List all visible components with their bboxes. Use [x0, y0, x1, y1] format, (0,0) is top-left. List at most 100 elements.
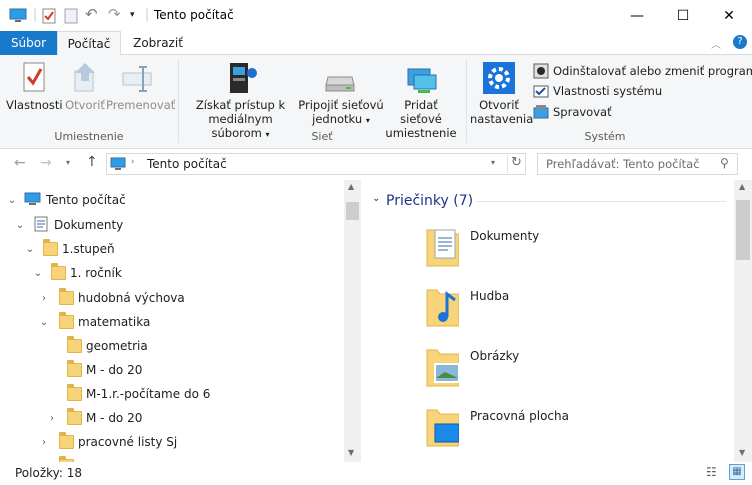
folder-item-label: Hudba	[470, 289, 510, 303]
tree-item-folder[interactable]: ⌄ matematika	[0, 310, 344, 334]
forward-arrow-icon[interactable]: →	[40, 155, 52, 171]
expanded-chevron-icon[interactable]: ⌄	[38, 317, 50, 328]
group-collapse-chevron-icon[interactable]: ⌄	[372, 193, 380, 204]
details-view-icon[interactable]: ☷	[706, 465, 717, 479]
folder-icon	[67, 360, 82, 377]
folder-item-desktop[interactable]: Pracovná plocha	[421, 400, 661, 454]
tree-item-folder[interactable]: ⌄ 1.stupeň	[0, 237, 344, 261]
ribbon-tabs: Súbor Počítač Zobraziť ︿ ?	[0, 31, 752, 56]
manage-button[interactable]: Spravovať	[533, 103, 612, 121]
redo-icon[interactable]: ↷	[108, 5, 121, 23]
qat-separator: |	[33, 7, 38, 21]
large-icons-view-icon[interactable]: ▦	[729, 464, 745, 480]
tab-file[interactable]: Súbor	[0, 31, 57, 55]
rename-label: Premenovať	[106, 98, 176, 112]
tree-item-folder[interactable]: ⌄ 1. ročník	[0, 261, 344, 285]
system-properties-icon	[533, 85, 549, 98]
uninstall-program-button[interactable]: Odinštalovať alebo zmeniť program	[533, 62, 752, 80]
tree-item-label: Tento počítač	[46, 193, 126, 207]
address-bar[interactable]: › Tento počítač ▾ ↻	[106, 153, 526, 175]
tree-item-folder[interactable]: geometria	[0, 334, 344, 358]
music-folder-icon	[426, 289, 459, 327]
content-scrollbar[interactable]: ▲ ▼	[734, 180, 752, 462]
customize-qat-icon[interactable]: ▾	[130, 10, 135, 20]
up-arrow-icon[interactable]: ↑	[86, 154, 98, 170]
properties-label: Vlastnosti	[6, 98, 63, 112]
group-label-location: Umiestnenie	[54, 130, 124, 143]
close-icon: ✕	[723, 7, 735, 24]
system-properties-label: Vlastnosti systému	[553, 84, 663, 98]
tree-item-this-pc[interactable]: ⌄ Tento počítač	[0, 188, 344, 212]
tree-item-zip-folder[interactable]: › M - do 20	[0, 406, 344, 430]
window-title: Tento počítač	[154, 8, 234, 22]
properties-button[interactable]: Vlastnosti	[6, 61, 63, 112]
open-label: Otvoriť	[65, 98, 105, 112]
collapse-ribbon-icon[interactable]: ︿	[711, 36, 721, 51]
uninstall-icon	[533, 63, 549, 79]
media-access-label-1: Získať prístup k	[195, 98, 286, 112]
tree-item-label: 1. ročník	[70, 266, 122, 280]
manage-icon	[533, 105, 549, 119]
open-settings-label-2: nastavenia	[470, 112, 534, 126]
open-settings-button[interactable]: Otvoriť nastavenia	[470, 61, 534, 126]
recent-locations-icon[interactable]: ▾	[66, 158, 70, 167]
tab-view[interactable]: Zobraziť	[121, 31, 195, 55]
help-icon[interactable]: ?	[733, 35, 747, 49]
collapsed-chevron-icon[interactable]: ›	[46, 413, 58, 424]
folder-item-pictures[interactable]: Obrázky	[421, 340, 661, 394]
search-placeholder: Prehľadávať: Tento počítač	[546, 157, 700, 171]
tree-item-folder[interactable]: M-1.r.-počítame do 6	[0, 382, 344, 406]
scroll-thumb[interactable]	[346, 202, 359, 220]
folder-item-documents[interactable]: Dokumenty	[421, 220, 661, 274]
address-dropdown-icon[interactable]: ▾	[491, 158, 495, 167]
system-properties-button[interactable]: Vlastnosti systému	[533, 82, 662, 100]
tree-scrollbar[interactable]: ▲ ▼	[344, 180, 361, 462]
expanded-chevron-icon[interactable]: ⌄	[14, 220, 26, 231]
folder-icon	[51, 263, 66, 280]
breadcrumb-current[interactable]: Tento počítač	[147, 157, 227, 171]
scroll-up-icon[interactable]: ▲	[739, 182, 745, 191]
expanded-chevron-icon[interactable]: ⌄	[6, 195, 18, 206]
map-drive-label-2: jednotku ▾	[298, 112, 384, 128]
tree-item-partial[interactable]	[0, 454, 344, 462]
open-button[interactable]: Otvoriť	[62, 61, 108, 112]
ribbon: Vlastnosti Otvoriť Premenovať Umiestneni…	[0, 55, 752, 149]
collapsed-chevron-icon[interactable]: ›	[38, 437, 50, 448]
maximize-button[interactable]: ☐	[660, 0, 706, 31]
scroll-down-icon[interactable]: ▼	[348, 448, 354, 457]
undo-icon[interactable]: ↶	[85, 5, 98, 23]
tab-computer[interactable]: Počítač	[57, 31, 121, 56]
computer-icon	[110, 157, 126, 174]
group-header[interactable]: Priečinky (7)	[386, 193, 473, 209]
tree-item-label: 1.stupeň	[62, 242, 115, 256]
tree-item-folder[interactable]: › hudobná výchova	[0, 286, 344, 310]
zip-folder-icon	[67, 408, 82, 425]
search-input[interactable]: Prehľadávať: Tento počítač ⚲	[537, 153, 738, 175]
collapsed-chevron-icon[interactable]: ›	[38, 293, 50, 304]
close-button[interactable]: ✕	[706, 0, 752, 31]
breadcrumb-chevron-icon[interactable]: ›	[131, 157, 135, 167]
scroll-up-icon[interactable]: ▲	[348, 182, 354, 191]
back-arrow-icon[interactable]: ←	[14, 155, 26, 171]
refresh-icon[interactable]: ↻	[507, 155, 525, 173]
scroll-thumb[interactable]	[736, 200, 750, 260]
minimize-button[interactable]: —	[614, 0, 660, 31]
computer-icon[interactable]	[9, 8, 27, 26]
folder-icon	[59, 432, 74, 449]
properties-check-icon[interactable]	[42, 8, 56, 27]
minimize-icon: —	[630, 7, 644, 24]
map-drive-button[interactable]: Pripojiť sieťovú jednotku ▾	[298, 69, 384, 128]
group-label-system: Systém	[584, 130, 626, 143]
tree-item-folder[interactable]: › pracovné listy Sj	[0, 430, 344, 454]
folder-item-music[interactable]: Hudba	[421, 280, 661, 334]
expanded-chevron-icon[interactable]: ⌄	[24, 244, 36, 255]
new-folder-icon[interactable]	[64, 8, 78, 27]
tree-item-folder[interactable]: M - do 20	[0, 358, 344, 382]
scroll-down-icon[interactable]: ▼	[739, 448, 745, 457]
add-network-location-button[interactable]: Pridať sieťové umiestnenie	[382, 65, 460, 140]
expanded-chevron-icon[interactable]: ⌄	[32, 268, 44, 279]
dropdown-arrow-icon: ▾	[365, 116, 370, 125]
tree-item-documents[interactable]: ⌄ Dokumenty	[0, 213, 344, 237]
rename-button[interactable]: Premenovať	[106, 61, 176, 112]
navigation-tree: ⌄ Tento počítač ⌄ Dokumenty ⌄ 1.stupeň ⌄…	[0, 180, 361, 462]
